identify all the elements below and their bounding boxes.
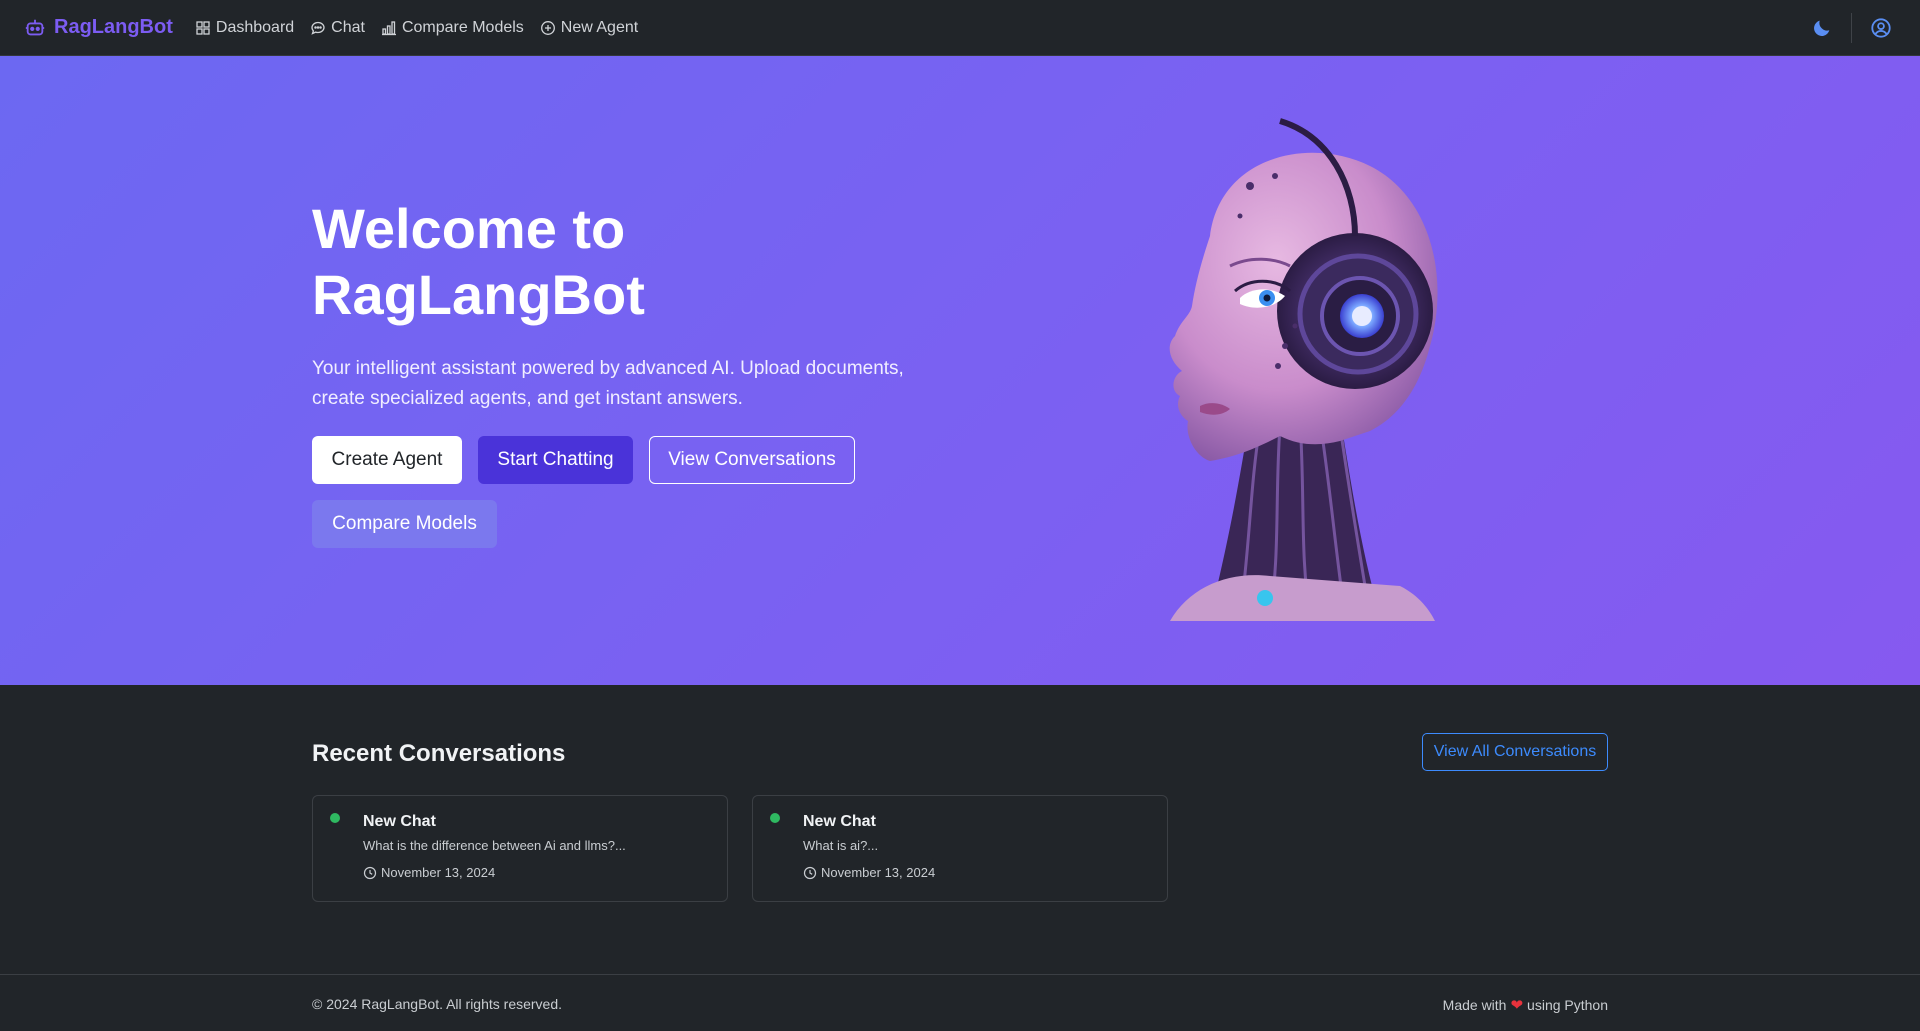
nav-dashboard-label: Dashboard bbox=[215, 18, 295, 36]
nav-chat-label: Chat bbox=[331, 18, 365, 36]
hero-section: Welcome to RagLangBot Your intelligent a… bbox=[0, 56, 1920, 685]
start-chatting-button[interactable]: Start Chatting bbox=[478, 436, 633, 484]
view-conversations-button[interactable]: View Conversations bbox=[649, 436, 855, 484]
nav-chat[interactable]: Chat bbox=[310, 19, 365, 37]
recent-conversations-title: Recent Conversations bbox=[312, 740, 566, 767]
theme-toggle-button[interactable] bbox=[1807, 13, 1837, 43]
bar-chart-icon bbox=[381, 20, 396, 35]
nav-new-agent-label: New Agent bbox=[560, 18, 639, 36]
robot-illustration bbox=[1100, 116, 1480, 621]
conversation-date-text: November 13, 2024 bbox=[821, 865, 936, 880]
hero-subtitle: Your intelligent assistant powered by ad… bbox=[312, 358, 904, 409]
hero-title-line1: Welcome to bbox=[312, 197, 626, 260]
compare-models-button[interactable]: Compare Models bbox=[312, 500, 497, 548]
nav-divider bbox=[1851, 12, 1852, 43]
made-suffix: using Python bbox=[1527, 997, 1608, 1013]
create-agent-button[interactable]: Create Agent bbox=[312, 436, 462, 484]
user-menu-button[interactable] bbox=[1866, 13, 1896, 43]
copyright-text: © 2024 RagLangBot. All rights reserved. bbox=[312, 996, 563, 1012]
clock-icon bbox=[363, 866, 377, 879]
clock-icon bbox=[803, 866, 817, 879]
made-with-text: Made with ❤ using Python bbox=[1443, 996, 1608, 1014]
conversation-date: November 13, 2024 bbox=[363, 865, 495, 880]
conversation-preview: What is ai?... bbox=[803, 838, 879, 853]
conversation-date: November 13, 2024 bbox=[803, 865, 935, 880]
robot-head-image bbox=[1169, 118, 1438, 621]
made-prefix: Made with bbox=[1442, 997, 1507, 1013]
robot-icon bbox=[25, 19, 45, 35]
user-circle-icon bbox=[1871, 17, 1891, 38]
nav-links: Dashboard Chat Compare Models New Agent bbox=[195, 19, 638, 37]
heart-icon: ❤ bbox=[1510, 997, 1524, 1014]
conversation-preview: What is the difference between Ai and ll… bbox=[363, 838, 626, 853]
nav-dashboard[interactable]: Dashboard bbox=[195, 19, 294, 37]
hero-title: Welcome to RagLangBot bbox=[312, 196, 912, 328]
nav-right bbox=[1807, 0, 1896, 55]
conversation-title: New Chat bbox=[363, 813, 436, 830]
top-navbar: RagLangBot Dashboard Chat Compare Models bbox=[0, 0, 1920, 56]
conversation-list: New Chat What is the difference between … bbox=[312, 795, 1168, 902]
hero-title-line2: RagLangBot bbox=[312, 263, 645, 326]
brand-name: RagLangBot bbox=[54, 16, 173, 38]
grid-icon bbox=[196, 20, 210, 35]
nav-new-agent[interactable]: New Agent bbox=[540, 19, 638, 37]
chat-bubble-icon bbox=[311, 21, 325, 35]
nav-compare-models[interactable]: Compare Models bbox=[381, 19, 524, 37]
view-all-conversations-button[interactable]: View All Conversations bbox=[1422, 733, 1608, 771]
plus-circle-icon bbox=[540, 20, 555, 35]
nav-compare-models-label: Compare Models bbox=[401, 18, 524, 36]
conversation-card[interactable]: New Chat What is the difference between … bbox=[312, 795, 728, 902]
conversation-title: New Chat bbox=[803, 813, 876, 830]
conversation-card[interactable]: New Chat What is ai?... November 13, 202… bbox=[752, 795, 1168, 902]
brand-link[interactable]: RagLangBot bbox=[24, 16, 173, 39]
moon-icon bbox=[1814, 20, 1830, 36]
status-dot bbox=[770, 813, 780, 823]
status-dot bbox=[330, 813, 340, 823]
page-footer: © 2024 RagLangBot. All rights reserved. … bbox=[0, 974, 1920, 1031]
conversation-date-text: November 13, 2024 bbox=[381, 865, 496, 880]
